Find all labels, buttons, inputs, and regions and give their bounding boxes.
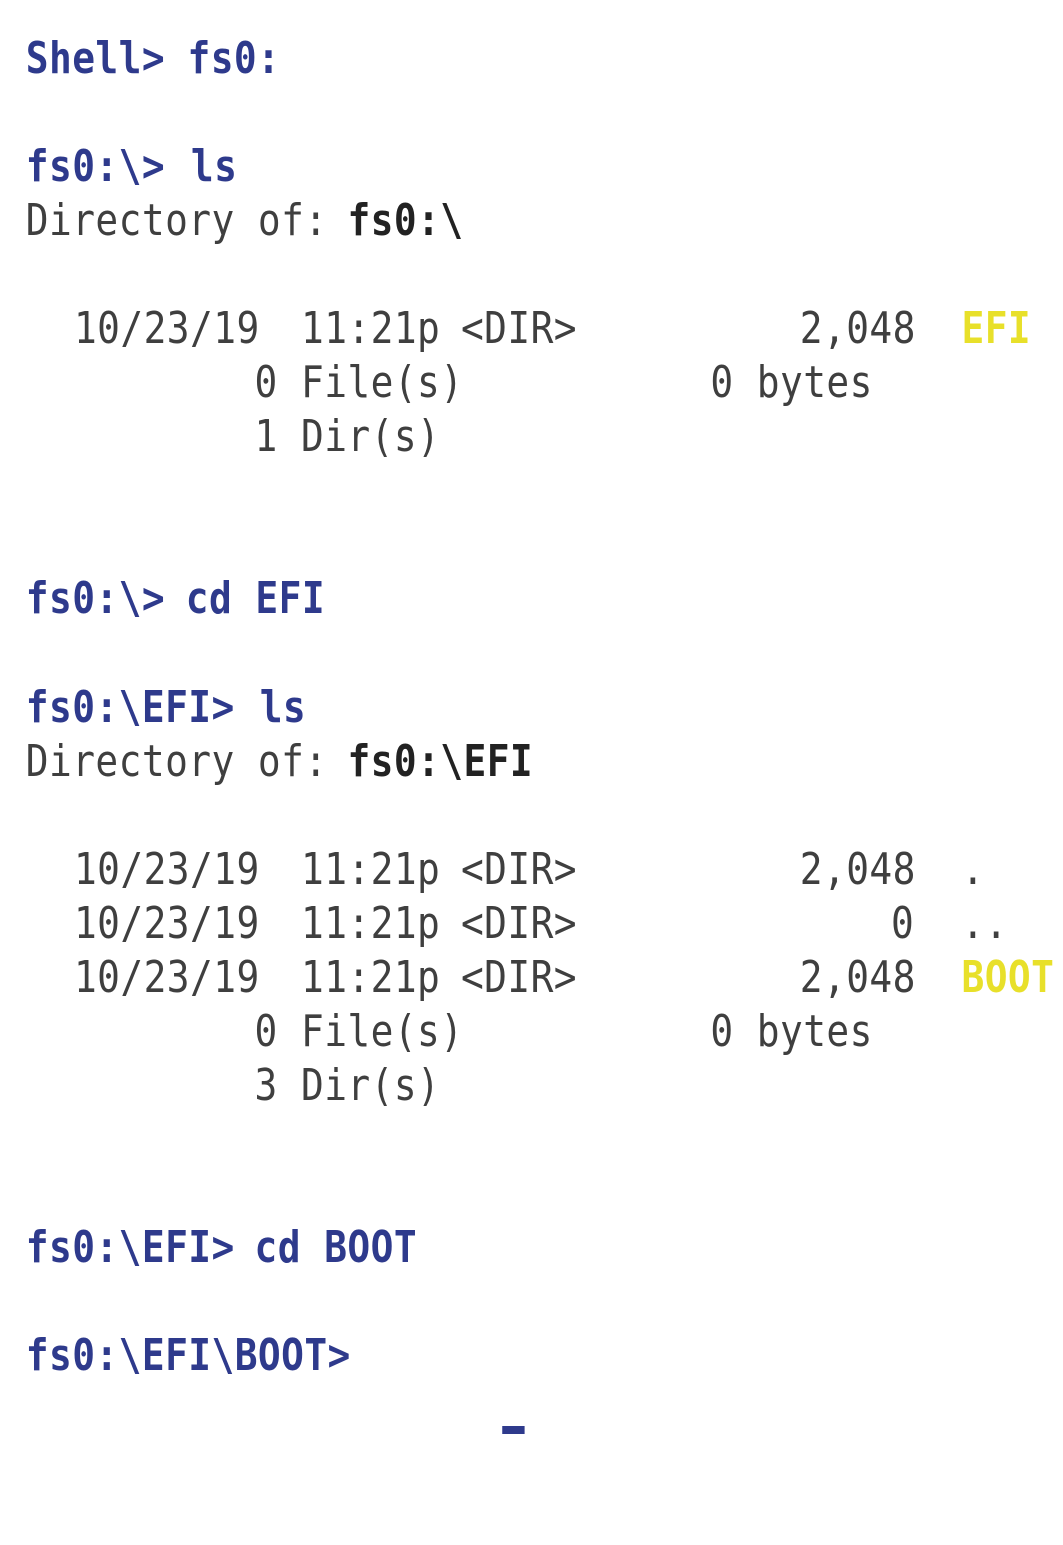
entry-date: 10/23/19 [73,898,260,949]
entry-size: 0 [890,898,915,949]
entry-time: 11:21p [301,952,441,1003]
bytes-value: 0 [710,357,734,408]
summary-files: 0 File(s) 0 bytes [0,1005,873,1059]
prompt: Shell> [25,33,166,84]
list-item: 10/23/19 11:21p <DIR> 2,048 BOOT [0,951,1054,1005]
entry-date: 10/23/19 [73,303,260,354]
prompt: fs0:\> [25,141,166,192]
entry-time: 11:21p [301,844,441,895]
bytes-label: bytes [756,357,873,408]
command: cd BOOT [254,1222,418,1273]
dirs-label: Dir(s) [301,411,441,462]
text-cursor [502,1426,525,1434]
entry-time: 11:21p [301,898,441,949]
list-item: 10/23/19 11:21p <DIR> 2,048 EFI [0,302,1031,356]
entry-date: 10/23/19 [73,844,260,895]
entry-time: 11:21p [301,303,441,354]
dirs-label: Dir(s) [301,1060,441,1111]
entry-size: 2,048 [799,303,916,354]
entry-name: BOOT [961,952,1055,1003]
entry-type: <DIR> [460,952,578,1003]
directory-path: fs0:\EFI [347,736,534,787]
entry-name: . [961,844,985,895]
entry-date: 10/23/19 [73,952,260,1003]
prompt: fs0:\EFI\BOOT> [25,1330,351,1381]
summary-dirs: 3 Dir(s) [0,1059,440,1113]
files-label: File(s) [301,357,464,408]
entry-name: .. [961,898,1008,949]
summary-dirs: 1 Dir(s) [0,410,440,464]
entry-size: 2,048 [799,952,916,1003]
active-prompt-line[interactable]: fs0:\EFI\BOOT> [0,1329,525,1434]
entry-name: EFI [961,303,1032,354]
directory-label: Directory of: [25,736,328,787]
entry-type: <DIR> [460,844,578,895]
command: cd EFI [185,573,326,624]
command: ls [259,682,307,733]
files-label: File(s) [301,1006,464,1057]
uefi-shell-terminal[interactable]: Shell> fs0: fs0:\> ls Directory of: fs0:… [0,0,1054,1434]
prompt-line: fs0:\EFI> ls [0,681,306,735]
list-item: 10/23/19 11:21p <DIR> 2,048 . [0,843,984,897]
command: ls [190,141,238,192]
directory-label: Directory of: [25,195,328,246]
command-input[interactable] [351,1329,525,1491]
prompt-line: fs0:\> cd EFI [0,572,325,626]
command: fs0: [187,33,281,84]
files-count: 0 [254,1006,278,1057]
bytes-label: bytes [756,1006,873,1057]
directory-path: fs0:\ [347,195,464,246]
entry-type: <DIR> [460,303,578,354]
prompt: fs0:\> [25,573,166,624]
bytes-value: 0 [710,1006,734,1057]
prompt: fs0:\EFI> [25,682,235,733]
dirs-count: 1 [254,411,278,462]
summary-files: 0 File(s) 0 bytes [0,356,873,410]
files-count: 0 [254,357,278,408]
prompt-line: Shell> fs0: [0,32,280,86]
dirs-count: 3 [254,1060,278,1111]
prompt-line: fs0:\> ls [0,140,237,194]
list-item: 10/23/19 11:21p <DIR> 0 .. [0,897,1008,951]
directory-header: Directory of: fs0:\ [0,194,463,248]
entry-size: 2,048 [799,844,916,895]
prompt-line: fs0:\EFI> cd BOOT [0,1221,417,1275]
prompt: fs0:\EFI> [25,1222,235,1273]
directory-header: Directory of: fs0:\EFI [0,735,533,789]
entry-type: <DIR> [460,898,578,949]
